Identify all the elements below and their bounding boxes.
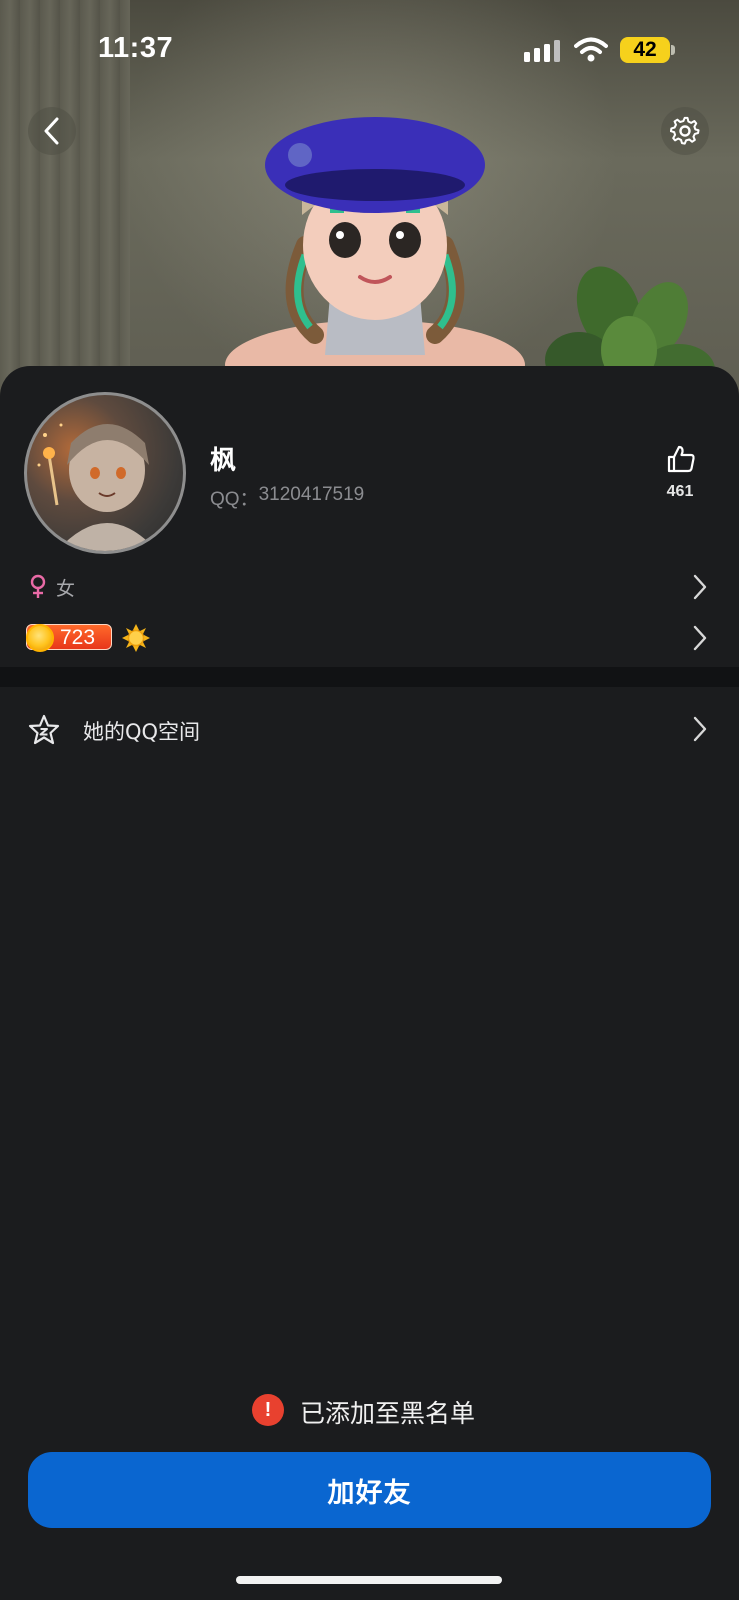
settings-button[interactable] <box>661 107 709 155</box>
blacklist-notice-text: 已添加至黑名单 <box>300 1399 476 1428</box>
cover-avatar-figure <box>225 117 525 395</box>
sun-icon <box>122 624 150 652</box>
thumbs-up-icon[interactable] <box>666 444 696 474</box>
back-button[interactable] <box>28 107 76 155</box>
qzone-row[interactable]: 她的QQ空间 <box>28 712 718 748</box>
qq-label: QQ： <box>210 489 259 510</box>
section-divider <box>0 667 739 687</box>
status-time: 11:37 <box>98 32 174 64</box>
home-indicator[interactable] <box>236 1576 502 1584</box>
coin-badge: 723 <box>26 624 112 652</box>
status-bar: 11:37 42 <box>0 0 739 100</box>
qq-number-line: QQ： 3120417519 <box>210 484 364 511</box>
battery-tip <box>671 45 675 55</box>
star-icon <box>28 714 60 745</box>
alert-icon: ! <box>252 1394 284 1426</box>
gender-label: 女 <box>56 578 76 600</box>
blacklist-notice: ! 已添加至黑名单 <box>252 1393 512 1428</box>
chevron-left-icon <box>44 117 59 145</box>
avatar-image <box>37 423 157 551</box>
avatar[interactable] <box>24 392 186 554</box>
chevron-right-icon <box>693 625 707 651</box>
qzone-label: 她的QQ空间 <box>83 720 201 744</box>
add-friend-label: 加好友 <box>327 1477 412 1509</box>
coin-value: 723 <box>60 626 96 649</box>
gender-row[interactable]: 女 <box>28 572 718 602</box>
signal-icon <box>524 40 560 62</box>
chevron-right-icon <box>693 716 707 742</box>
wifi-icon <box>574 37 608 62</box>
nickname: 枫 <box>210 446 237 476</box>
coin-icon <box>26 624 54 652</box>
female-icon <box>30 574 46 598</box>
chevron-right-icon <box>693 574 707 600</box>
level-row[interactable]: 723 <box>26 622 718 654</box>
gear-icon <box>670 116 700 145</box>
add-friend-button[interactable]: 加好友 <box>28 1452 711 1528</box>
qq-number: 3120417519 <box>258 484 365 505</box>
battery-icon: 42 <box>620 37 670 63</box>
like-count: 461 <box>666 483 694 500</box>
